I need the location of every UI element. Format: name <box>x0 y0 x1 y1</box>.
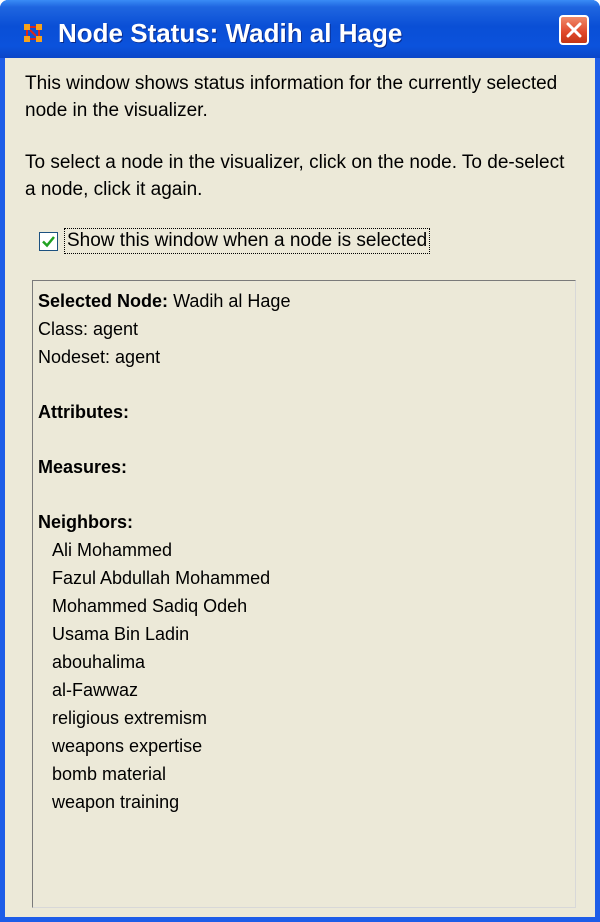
node-network-icon <box>24 24 42 42</box>
show-window-option[interactable]: Show this window when a node is selected <box>39 228 431 254</box>
neighbor-item: Usama Bin Ladin <box>52 624 190 644</box>
node-status-window: Node Status: Wadih al Hage This window s… <box>0 0 600 922</box>
show-window-checkbox-label[interactable]: Show this window when a node is selected <box>64 228 431 254</box>
close-button[interactable] <box>559 15 589 45</box>
selected-node-value: Wadih al Hage <box>173 291 291 311</box>
window-title: Node Status: Wadih al Hage <box>58 18 403 48</box>
selected-node-line: Selected Node: Wadih al Hage <box>38 287 575 315</box>
class-line: Class: agent <box>38 319 139 339</box>
attributes-heading: Attributes: <box>38 402 129 422</box>
measures-heading: Measures: <box>38 457 128 477</box>
neighbor-item: al-Fawwaz <box>52 680 139 700</box>
neighbor-item: bomb material <box>52 764 167 784</box>
neighbor-item: weapon training <box>52 792 180 812</box>
neighbor-item: Ali Mohammed <box>52 540 173 560</box>
neighbor-item: religious extremism <box>52 708 208 728</box>
selected-node-label: Selected Node: <box>38 291 169 311</box>
neighbor-item: abouhalima <box>52 652 146 672</box>
nodeset-line: Nodeset: agent <box>38 347 161 367</box>
show-window-checkbox[interactable] <box>39 231 58 251</box>
description-area: This window shows status information for… <box>25 70 575 203</box>
neighbor-item: Mohammed Sadiq Odeh <box>52 596 248 616</box>
checkmark-icon <box>42 235 55 247</box>
description-text-1: This window shows status information for… <box>25 73 558 121</box>
neighbor-item: Fazul Abdullah Mohammed <box>52 568 271 588</box>
title-bar[interactable]: Node Status: Wadih al Hage <box>0 0 600 58</box>
description-text-2: To select a node in the visualizer, clic… <box>25 152 565 200</box>
neighbor-item: weapons expertise <box>52 736 203 756</box>
neighbors-list: Ali Mohammed Fazul Abdullah Mohammed Moh… <box>38 536 575 816</box>
node-status-panel: Selected Node: Wadih al Hage Class: agen… <box>32 280 576 908</box>
neighbors-heading: Neighbors: <box>38 512 134 532</box>
close-icon <box>566 22 582 38</box>
